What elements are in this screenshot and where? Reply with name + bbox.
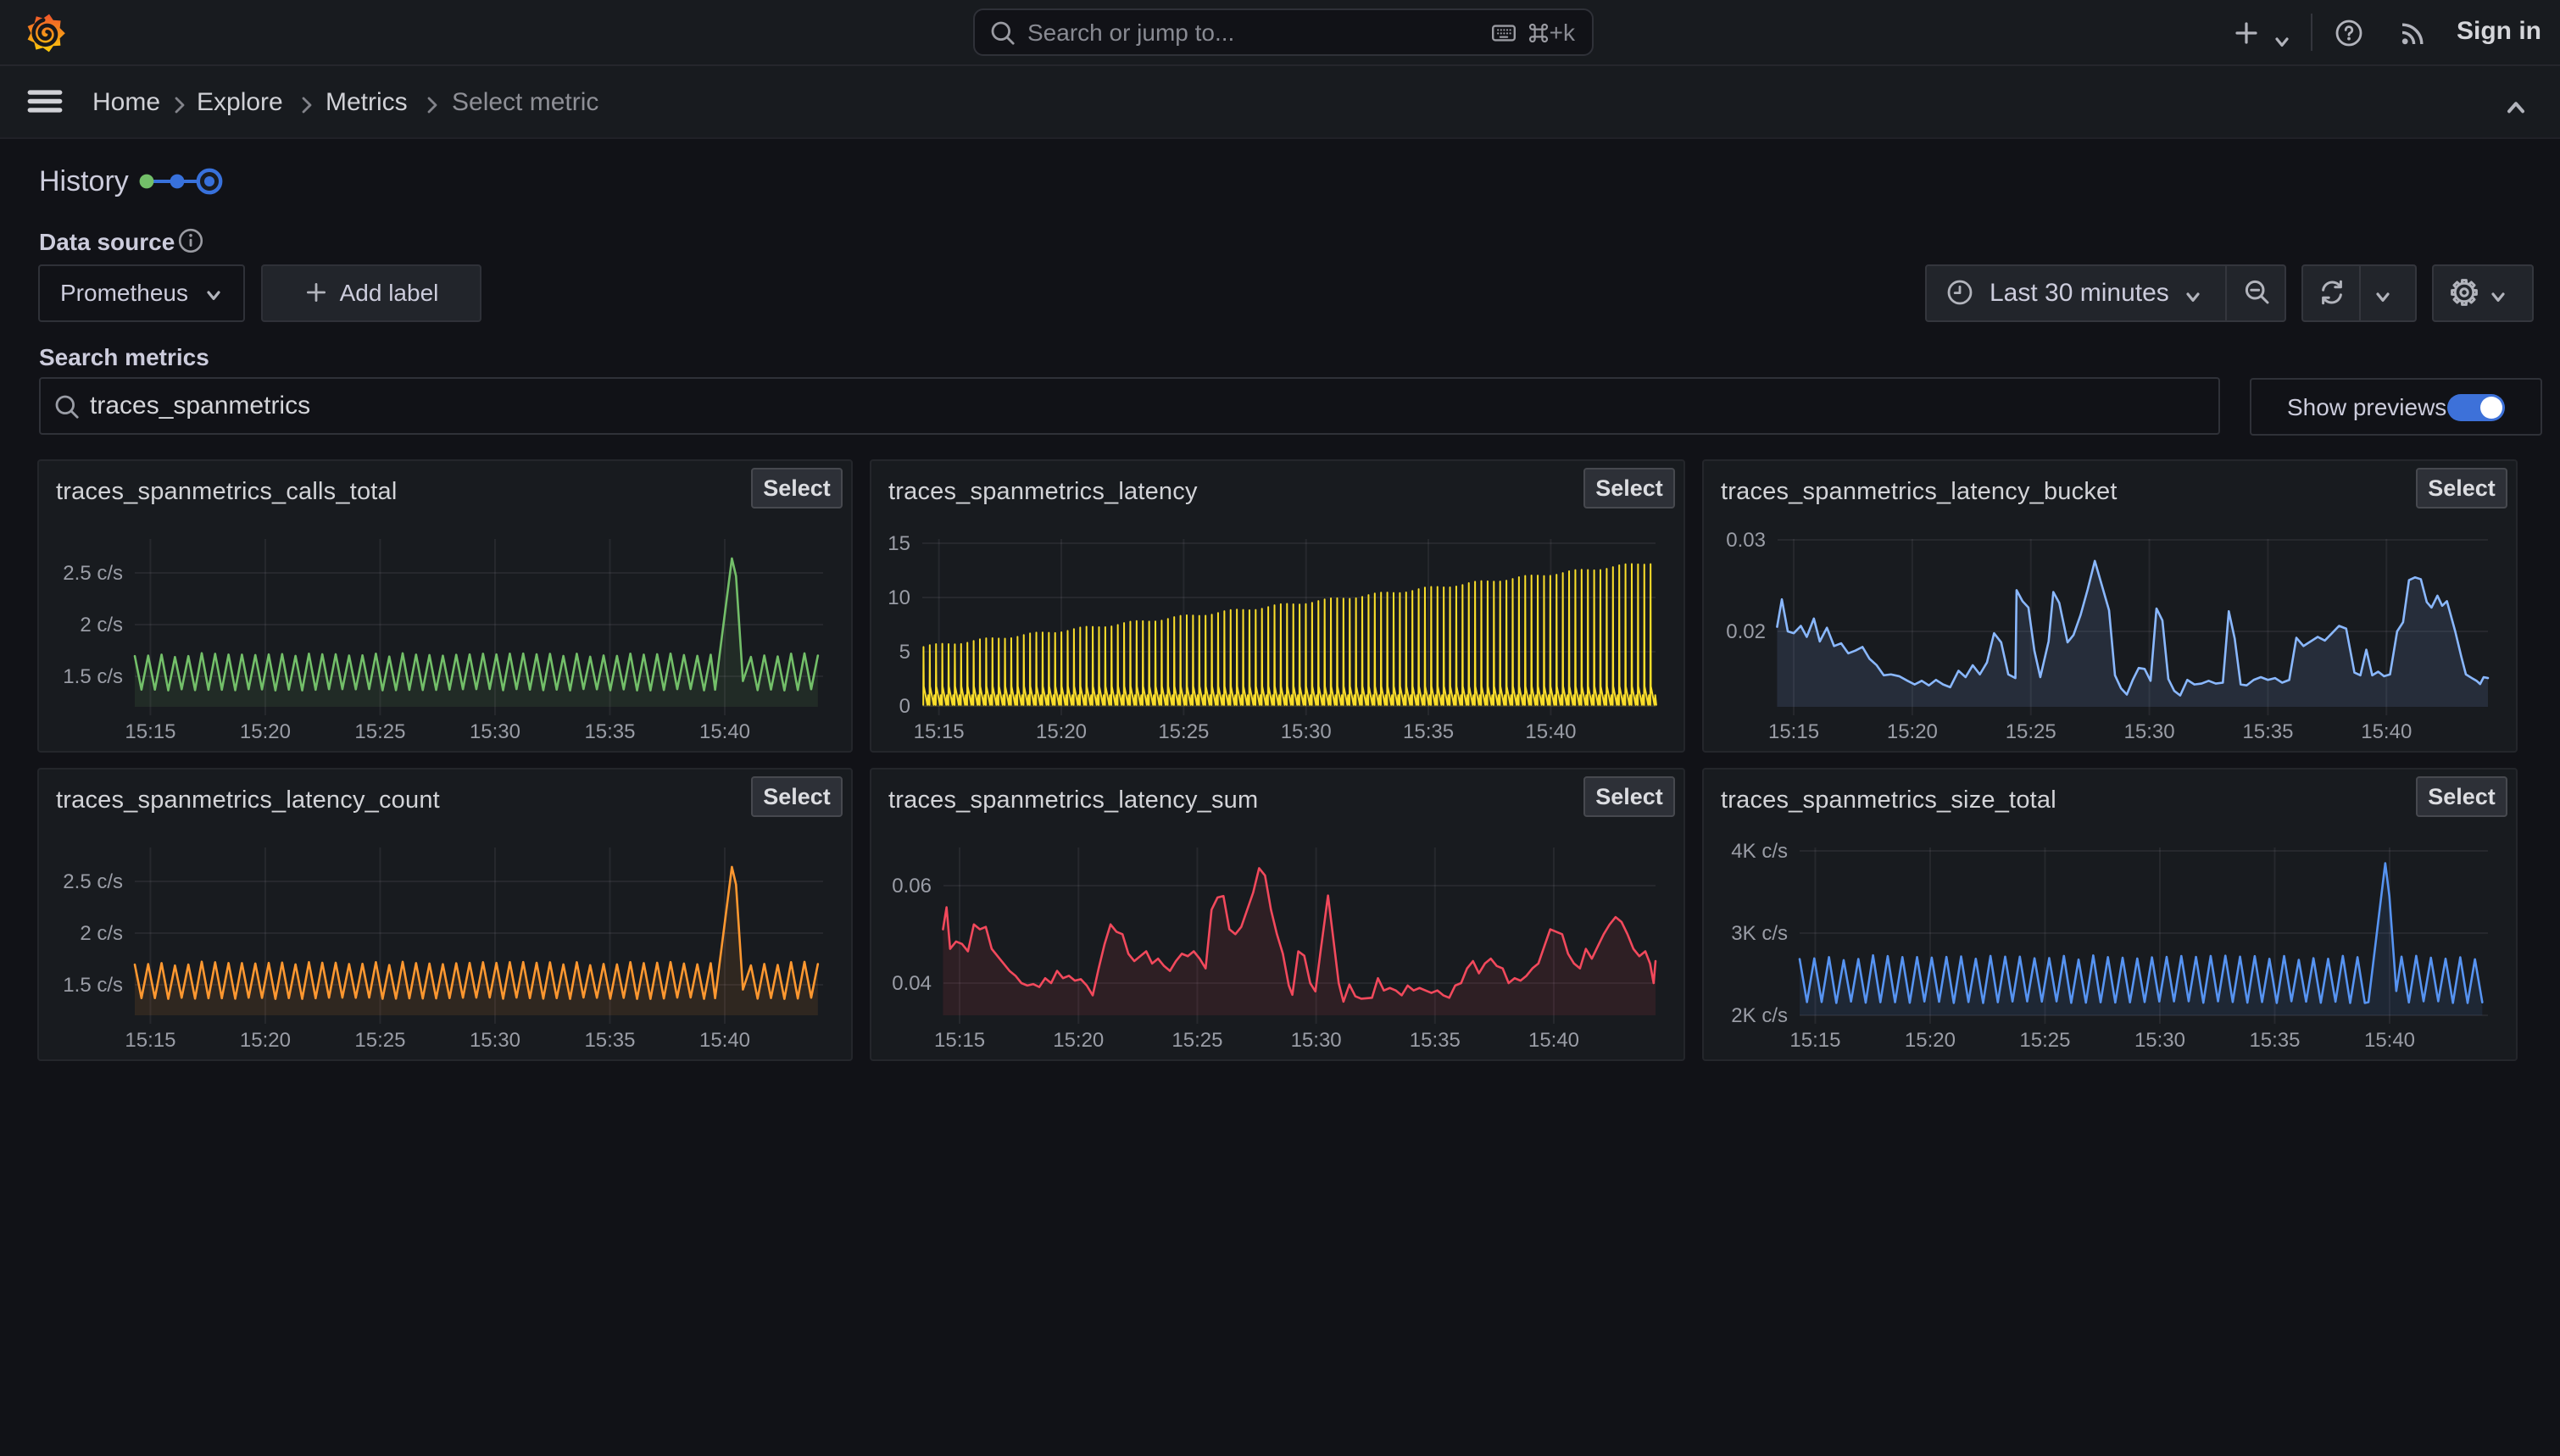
svg-text:15:20: 15:20 <box>1905 1029 1956 1052</box>
svg-text:0.04: 0.04 <box>892 972 932 995</box>
svg-text:0.03: 0.03 <box>1726 529 1766 552</box>
svg-text:15:15: 15:15 <box>914 720 965 743</box>
svg-text:10: 10 <box>888 586 910 609</box>
svg-text:15:40: 15:40 <box>1525 720 1576 743</box>
svg-text:15:20: 15:20 <box>240 1029 291 1052</box>
svg-text:2.5 c/s: 2.5 c/s <box>63 562 123 585</box>
svg-text:15:30: 15:30 <box>1291 1029 1342 1052</box>
svg-text:1.5 c/s: 1.5 c/s <box>63 974 123 997</box>
svg-text:15:25: 15:25 <box>1158 720 1209 743</box>
svg-text:15:25: 15:25 <box>354 1029 405 1052</box>
svg-text:15:15: 15:15 <box>1789 1029 1840 1052</box>
svg-text:15:35: 15:35 <box>1403 720 1454 743</box>
svg-text:15:20: 15:20 <box>1887 720 1938 743</box>
svg-text:15:20: 15:20 <box>240 720 291 743</box>
svg-text:15:25: 15:25 <box>2019 1029 2070 1052</box>
svg-text:3K c/s: 3K c/s <box>1731 922 1788 945</box>
svg-text:15:30: 15:30 <box>1281 720 1332 743</box>
svg-text:15:25: 15:25 <box>354 720 405 743</box>
svg-text:15:40: 15:40 <box>699 720 750 743</box>
svg-text:15:20: 15:20 <box>1036 720 1087 743</box>
svg-text:15:20: 15:20 <box>1053 1029 1104 1052</box>
svg-text:2K c/s: 2K c/s <box>1731 1004 1788 1027</box>
svg-text:15:35: 15:35 <box>1410 1029 1461 1052</box>
svg-text:15:40: 15:40 <box>1528 1029 1579 1052</box>
svg-text:15:15: 15:15 <box>125 1029 175 1052</box>
svg-text:15:15: 15:15 <box>125 720 175 743</box>
svg-text:15:40: 15:40 <box>2364 1029 2415 1052</box>
svg-text:2 c/s: 2 c/s <box>80 922 123 945</box>
svg-text:15: 15 <box>888 532 910 555</box>
svg-text:15:35: 15:35 <box>2242 720 2293 743</box>
svg-text:0: 0 <box>899 695 910 718</box>
svg-text:15:30: 15:30 <box>470 1029 520 1052</box>
svg-text:0.02: 0.02 <box>1726 620 1766 643</box>
svg-text:15:35: 15:35 <box>584 1029 635 1052</box>
svg-text:15:15: 15:15 <box>1768 720 1819 743</box>
svg-text:15:35: 15:35 <box>2249 1029 2300 1052</box>
svg-text:15:30: 15:30 <box>470 720 520 743</box>
svg-text:15:25: 15:25 <box>1171 1029 1222 1052</box>
svg-text:15:15: 15:15 <box>934 1029 985 1052</box>
svg-text:15:30: 15:30 <box>2124 720 2175 743</box>
svg-text:2.5 c/s: 2.5 c/s <box>63 870 123 893</box>
svg-text:15:40: 15:40 <box>699 1029 750 1052</box>
svg-text:15:40: 15:40 <box>2361 720 2412 743</box>
svg-text:5: 5 <box>899 641 910 664</box>
svg-text:0.06: 0.06 <box>892 875 932 897</box>
svg-text:1.5 c/s: 1.5 c/s <box>63 665 123 688</box>
svg-text:15:25: 15:25 <box>2006 720 2056 743</box>
svg-text:4K c/s: 4K c/s <box>1731 840 1788 863</box>
svg-text:15:35: 15:35 <box>584 720 635 743</box>
svg-text:2 c/s: 2 c/s <box>80 614 123 636</box>
svg-text:15:30: 15:30 <box>2134 1029 2185 1052</box>
